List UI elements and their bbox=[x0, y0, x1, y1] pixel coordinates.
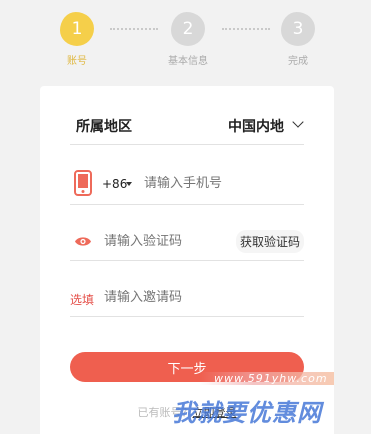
step-1: 1 账号 bbox=[57, 12, 97, 67]
caret-down-icon[interactable] bbox=[126, 182, 132, 186]
step-connector bbox=[222, 28, 270, 30]
step-2-label: 基本信息 bbox=[168, 56, 208, 67]
verification-code-row: 获取验证码 bbox=[70, 224, 304, 261]
watermark-url: www.591yhw.com bbox=[200, 372, 334, 385]
step-2: 2 基本信息 bbox=[168, 12, 208, 67]
step-3-label: 完成 bbox=[288, 56, 308, 67]
verification-code-input[interactable] bbox=[104, 234, 234, 249]
optional-tag: 选填 bbox=[70, 293, 95, 307]
step-progress: 1 账号 2 基本信息 3 完成 bbox=[0, 0, 371, 80]
country-code-selector[interactable]: +86 bbox=[102, 177, 127, 191]
step-2-badge: 2 bbox=[171, 12, 205, 46]
step-connector bbox=[110, 28, 158, 30]
eye-icon[interactable] bbox=[74, 235, 92, 248]
region-label: 所属地区 bbox=[76, 119, 132, 135]
invite-code-input[interactable] bbox=[104, 290, 274, 305]
step-3: 3 完成 bbox=[278, 12, 318, 67]
get-code-button[interactable]: 获取验证码 bbox=[235, 230, 304, 253]
phone-input[interactable] bbox=[144, 176, 294, 191]
step-1-label: 账号 bbox=[67, 56, 87, 67]
invite-code-row: 选填 bbox=[70, 280, 304, 317]
region-value[interactable]: 中国内地 bbox=[228, 116, 284, 136]
chevron-down-icon[interactable] bbox=[292, 116, 304, 128]
step-3-badge: 3 bbox=[281, 12, 315, 46]
phone-icon bbox=[74, 170, 92, 196]
phone-row: +86 bbox=[70, 166, 304, 205]
watermark-text: 我就要优惠网 bbox=[172, 399, 322, 427]
step-1-badge: 1 bbox=[60, 12, 94, 46]
region-selector[interactable]: 所属地区 中国内地 bbox=[70, 106, 304, 145]
